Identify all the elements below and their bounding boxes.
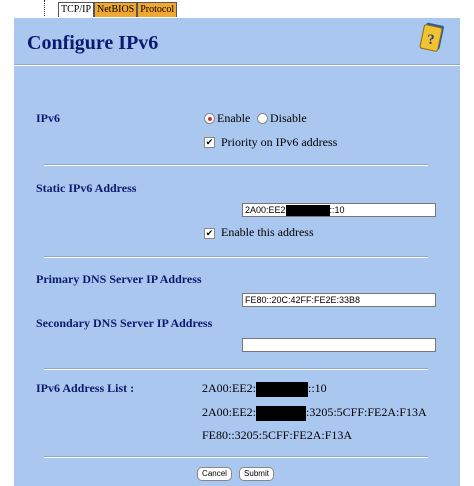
static-ipv6-suffix: ::10 [329, 205, 345, 215]
tab-divider [44, 0, 46, 16]
address-list-item: FE80::3205:5CFF:FE2A:F13A [202, 428, 353, 442]
primary-dns-label: Primary DNS Server IP Address [36, 272, 202, 286]
primary-dns-input[interactable]: FE80::20C:42FF:FE2E:33B8 [242, 293, 436, 307]
ipv6-enable-radio[interactable] [204, 113, 215, 124]
secondary-dns-input[interactable] [242, 338, 436, 352]
tab-netbios[interactable]: NetBIOS [94, 2, 138, 17]
redaction-block [256, 381, 308, 397]
divider-top [14, 64, 460, 66]
question-book-icon[interactable]: ? [418, 22, 446, 52]
priority-checkbox[interactable]: ✔ [204, 137, 215, 148]
enable-address-label: Enable this address [221, 225, 314, 239]
cancel-button[interactable]: Cancel [197, 467, 232, 481]
divider-bottom [44, 456, 428, 458]
svg-text:?: ? [427, 32, 435, 48]
address-list-item: 2A00:EE2:::10 [202, 381, 327, 397]
static-ipv6-input[interactable]: 2A00:EE2::10 [242, 203, 436, 217]
divider-3 [44, 368, 428, 370]
enable-address-checkbox[interactable]: ✔ [204, 228, 215, 239]
address-list-label: IPv6 Address List : [36, 381, 135, 395]
ipv6-disable-radio[interactable] [257, 113, 268, 124]
config-panel: Configure IPv6 ? IPv6 Enable Disable ✔ P… [14, 18, 460, 486]
redaction-block [256, 405, 306, 421]
secondary-dns-label: Secondary DNS Server IP Address [36, 316, 213, 330]
priority-label: Priority on IPv6 address [221, 135, 338, 149]
ipv6-enable-label: Enable [217, 111, 251, 125]
page-title: Configure IPv6 [27, 32, 159, 54]
divider-2 [44, 256, 428, 258]
static-ipv6-label: Static IPv6 Address [36, 181, 137, 195]
tab-protocol[interactable]: Protocol [137, 2, 178, 17]
submit-button[interactable]: Submit [239, 467, 274, 481]
static-ipv6-prefix: 2A00:EE2 [245, 205, 286, 215]
tab-bar: TCP/IP NetBIOS Protocol [0, 0, 474, 18]
tab-list: TCP/IP NetBIOS Protocol [58, 2, 178, 17]
redaction-block [285, 205, 330, 217]
ipv6-disable-label: Disable [270, 111, 307, 125]
address-list-item: 2A00:EE2::3205:5CFF:FE2A:F13A [202, 405, 427, 421]
ipv6-label: IPv6 [36, 111, 60, 125]
divider-1 [44, 164, 428, 166]
tab-tcp-ip[interactable]: TCP/IP [58, 2, 95, 17]
